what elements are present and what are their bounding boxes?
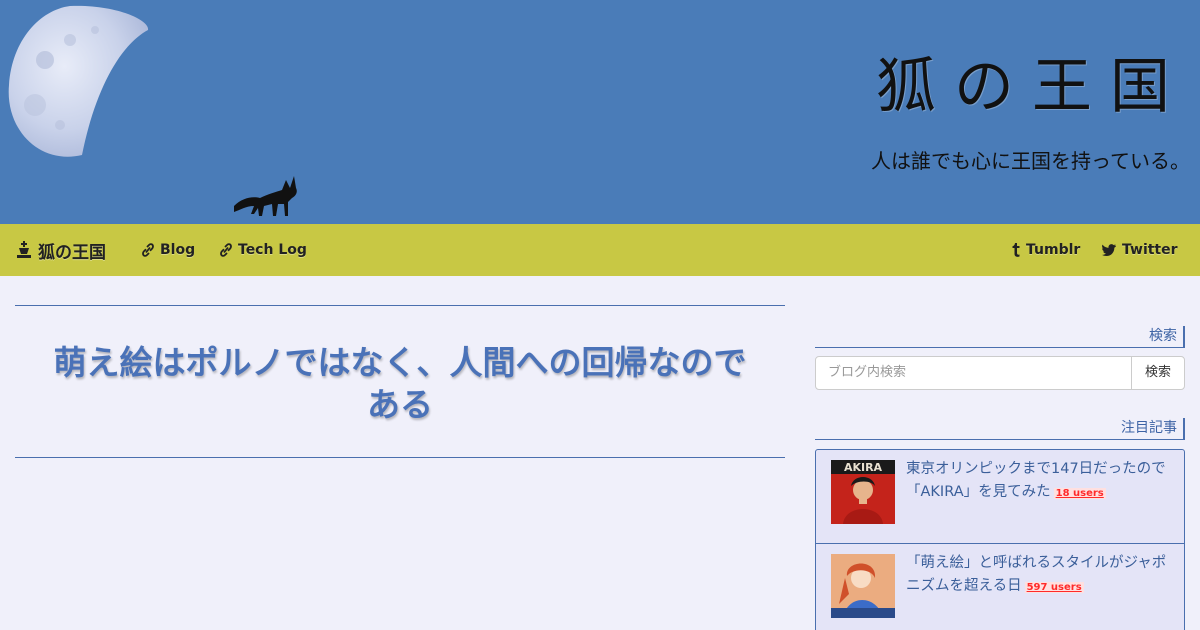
article-thumbnail: AKIRA: [831, 460, 895, 524]
nav-tumblr-link[interactable]: Tumblr: [1012, 242, 1080, 258]
nav-twitter-link[interactable]: Twitter: [1102, 242, 1178, 258]
site-header: 狐の王国 人は誰でも心に王国を持っている。: [0, 0, 1200, 224]
fox-silhouette-icon: [234, 176, 297, 216]
main-nav: 狐の王国 Blog Tech Log Tumblr Twitter: [0, 224, 1200, 276]
list-item[interactable]: 「萌え絵」と呼ばれるスタイルがジャポニズムを超える日 597 users: [816, 544, 1184, 630]
nav-twitter-label: Twitter: [1122, 242, 1178, 258]
nav-home-link[interactable]: 狐の王国: [16, 238, 106, 263]
nav-home-label: 狐の王国: [38, 242, 106, 263]
chess-king-icon: [17, 241, 31, 258]
nav-tech-log-link[interactable]: Tech Log: [220, 242, 307, 258]
search-input[interactable]: ブログ内検索: [815, 356, 1132, 390]
nav-tech-log-label: Tech Log: [238, 242, 307, 258]
featured-articles-list: AKIRA 東京オリンピックまで147日だったので「AKIRA」を見てみた 18 …: [815, 449, 1185, 630]
site-title[interactable]: 狐の王国: [876, 38, 1188, 125]
link-icon: [220, 243, 232, 257]
list-item[interactable]: AKIRA 東京オリンピックまで147日だったので「AKIRA」を見てみた 18 …: [816, 450, 1184, 544]
nav-tumblr-label: Tumblr: [1026, 242, 1081, 258]
users-badge[interactable]: 597 users: [1024, 582, 1084, 593]
featured-title-wrap: 東京オリンピックまで147日だったので「AKIRA」を見てみた 18 users: [906, 458, 1176, 505]
search-heading: 検索: [815, 326, 1185, 348]
featured-heading: 注目記事: [815, 418, 1185, 440]
article-thumbnail: [831, 554, 895, 618]
search-button[interactable]: 検索: [1131, 356, 1185, 390]
tumblr-icon: [1012, 243, 1020, 257]
users-badge[interactable]: 18 users: [1053, 488, 1106, 499]
nav-blog-link[interactable]: Blog: [142, 242, 195, 258]
svg-text:AKIRA: AKIRA: [844, 461, 883, 474]
moon-image: [8, 5, 149, 157]
twitter-icon: [1102, 244, 1116, 256]
featured-title-wrap: 「萌え絵」と呼ばれるスタイルがジャポニズムを超える日 597 users: [906, 552, 1176, 599]
featured-title: 東京オリンピックまで147日だったので「AKIRA」を見てみた: [906, 461, 1166, 500]
link-icon: [142, 243, 154, 257]
article-title[interactable]: 萌え絵はポルノではなく、人間への回帰なのである: [15, 342, 785, 426]
article-header: 萌え絵はポルノではなく、人間への回帰なのである: [15, 305, 785, 458]
site-tagline: 人は誰でも心に王国を持っている。: [871, 149, 1190, 173]
nav-blog-label: Blog: [160, 242, 196, 258]
